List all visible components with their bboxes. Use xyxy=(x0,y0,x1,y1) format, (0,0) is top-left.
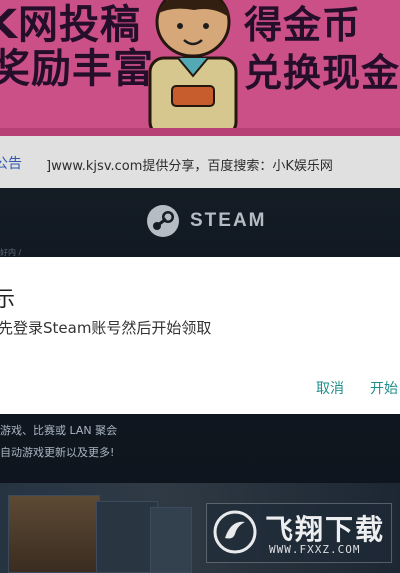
feature-text-1: 游戏、比赛或 LAN 聚会 xyxy=(0,424,118,437)
screenshot-thumbnail xyxy=(8,495,100,573)
dialog-message: 先登录Steam账号然后开始领取 xyxy=(0,319,212,337)
cancel-button[interactable]: 取消 xyxy=(316,378,344,398)
dim-overlay xyxy=(0,0,400,257)
login-prompt-dialog: 示 先登录Steam账号然后开始领取 取消 开始 xyxy=(0,257,400,414)
site-watermark: 飞翔下载 WWW.FXXZ.COM xyxy=(206,503,392,563)
screenshot-thumbnail xyxy=(96,501,158,573)
dialog-title: 示 xyxy=(0,287,15,311)
start-button[interactable]: 开始 xyxy=(370,378,398,398)
screenshot-thumbnail xyxy=(150,507,192,573)
feature-text-2: 自动游戏更新以及更多! xyxy=(0,446,115,459)
watermark-name: 飞翔下载 xyxy=(265,513,386,546)
watermark-logo-icon xyxy=(213,510,257,554)
watermark-url: WWW.FXXZ.COM xyxy=(269,543,361,556)
